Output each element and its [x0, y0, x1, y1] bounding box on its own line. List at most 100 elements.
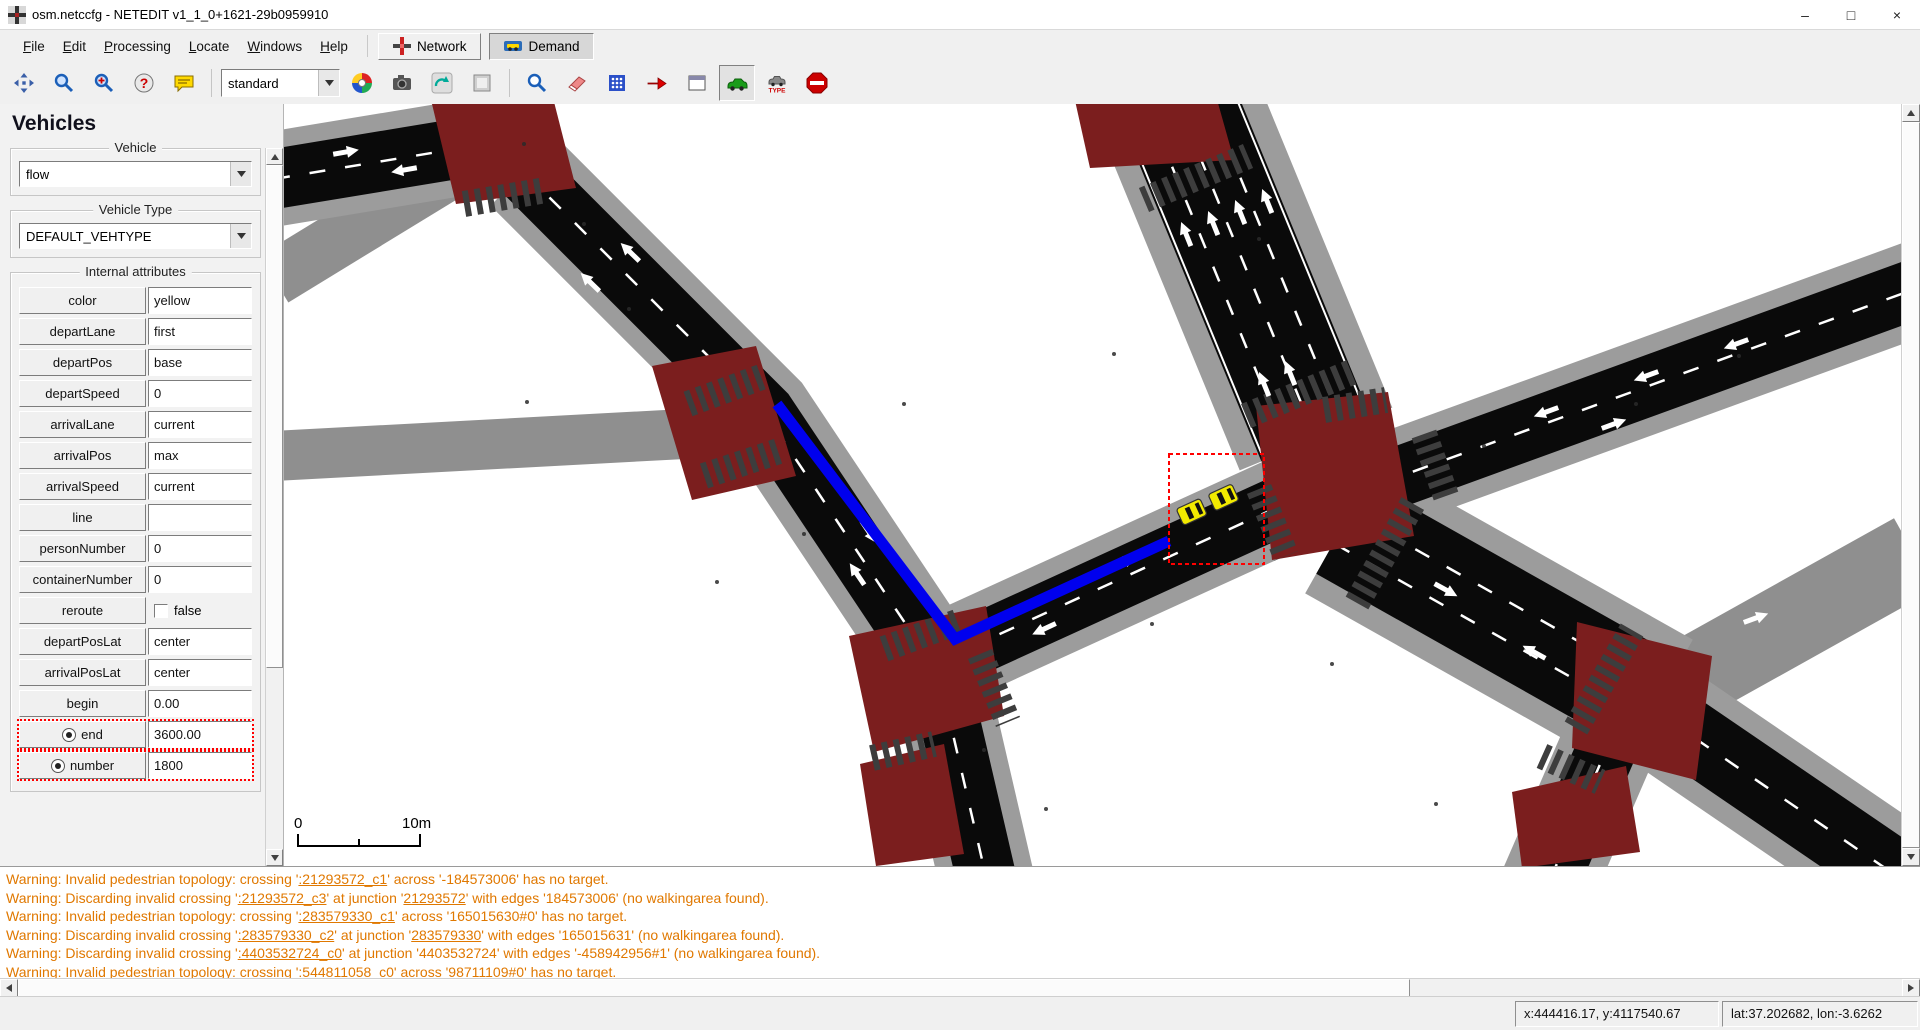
attribute-label-end[interactable]: end: [19, 721, 146, 748]
message-text: ' at junction ': [326, 890, 403, 906]
network-canvas[interactable]: 0 10m: [284, 104, 1920, 866]
magnifier-icon[interactable]: [46, 65, 82, 101]
attribute-input-line[interactable]: [148, 504, 252, 531]
chevron-down-icon[interactable]: [230, 224, 251, 248]
car-icon[interactable]: [719, 65, 755, 101]
menu-item-file[interactable]: File: [14, 34, 54, 59]
vehicle-type-icon[interactable]: TYPE: [759, 65, 795, 101]
radio-icon[interactable]: [51, 759, 65, 773]
view-preset-combobox[interactable]: standard: [221, 69, 340, 97]
chevron-down-icon[interactable]: [318, 70, 339, 96]
message-log[interactable]: Warning: Invalid pedestrian topology: cr…: [0, 866, 1920, 978]
question-icon[interactable]: ?: [126, 65, 162, 101]
attribute-row-arrivalLane: arrivalLane: [19, 411, 252, 438]
attribute-input-begin[interactable]: [148, 690, 252, 717]
minimize-button[interactable]: –: [1782, 0, 1828, 29]
attribute-input-arrivalPosLat[interactable]: [148, 659, 252, 686]
attribute-input-number[interactable]: [148, 752, 252, 779]
scroll-down-icon[interactable]: [266, 849, 283, 866]
attribute-label-reroute[interactable]: reroute: [19, 597, 146, 624]
menu-item-edit[interactable]: Edit: [54, 34, 95, 59]
canvas-vscrollbar[interactable]: [1901, 104, 1920, 866]
attribute-input-arrivalPos[interactable]: [148, 442, 252, 469]
horizontal-scrollbar[interactable]: [0, 978, 1920, 997]
demand-supermode-label: Demand: [528, 39, 579, 54]
vehicle-group-label: Vehicle: [109, 140, 163, 155]
message-link[interactable]: 21293572: [403, 890, 465, 906]
attribute-label-line[interactable]: line: [19, 504, 146, 531]
message-link[interactable]: :283579330_c1: [298, 908, 395, 924]
camera-icon[interactable]: [384, 65, 420, 101]
canvas-vscrollbar-thumb[interactable]: [1902, 122, 1920, 848]
four-arrows-icon[interactable]: [6, 65, 42, 101]
attribute-label-containerNumber[interactable]: containerNumber: [19, 566, 146, 593]
message-link[interactable]: :21293572_c1: [298, 871, 387, 887]
attribute-label-departLane[interactable]: departLane: [19, 318, 146, 345]
message-link[interactable]: :544811058_c0: [298, 964, 394, 979]
magnifier-plus-icon[interactable]: [86, 65, 122, 101]
restore-button[interactable]: □: [1828, 0, 1874, 29]
vehicle-combobox-value: flow: [20, 167, 230, 182]
attribute-input-departPosLat[interactable]: [148, 628, 252, 655]
sidebar-scrollbar[interactable]: [265, 148, 283, 866]
speech-bubble-icon[interactable]: [166, 65, 202, 101]
demand-supermode-button[interactable]: Demand: [489, 33, 594, 60]
message-link[interactable]: :283579330_c2: [238, 927, 335, 943]
scroll-up-icon[interactable]: [266, 148, 283, 165]
dotted-square-icon[interactable]: [599, 65, 635, 101]
attribute-label-number[interactable]: number: [19, 752, 146, 779]
vehicle-combobox[interactable]: flow: [19, 161, 252, 187]
attribute-input-departSpeed[interactable]: [148, 380, 252, 407]
attribute-input-arrivalSpeed[interactable]: [148, 473, 252, 500]
curved-arrow-icon[interactable]: [424, 65, 460, 101]
vehicles-frame: Vehicles Vehicle flow Vehicle Type DEFAU…: [0, 104, 284, 866]
close-button[interactable]: ×: [1874, 0, 1920, 29]
menu-item-help[interactable]: Help: [311, 34, 357, 59]
internal-attributes-group-label: Internal attributes: [79, 264, 191, 279]
scroll-right-icon[interactable]: [1902, 979, 1920, 997]
message-link[interactable]: :4403532724_c0: [238, 945, 342, 961]
panel-icon[interactable]: [679, 65, 715, 101]
network-supermode-button[interactable]: Network: [378, 33, 482, 60]
radio-icon[interactable]: [62, 728, 76, 742]
scroll-down-icon[interactable]: [1902, 848, 1920, 866]
attribute-label-arrivalSpeed[interactable]: arrivalSpeed: [19, 473, 146, 500]
inspect-magnifier-icon[interactable]: [519, 65, 555, 101]
attribute-label-arrivalLane[interactable]: arrivalLane: [19, 411, 146, 438]
stop-sign-icon[interactable]: [799, 65, 835, 101]
attribute-label-begin[interactable]: begin: [19, 690, 146, 717]
network-view[interactable]: 0 10m: [284, 104, 1902, 866]
horizontal-scrollbar-thumb[interactable]: [18, 979, 1410, 997]
message-link[interactable]: :21293572_c3: [238, 890, 327, 906]
scroll-left-icon[interactable]: [0, 979, 18, 997]
sidebar-scrollbar-thumb[interactable]: [266, 165, 283, 668]
message-link[interactable]: 283579330: [411, 927, 481, 943]
attribute-input-color[interactable]: [148, 287, 252, 314]
attribute-label-departPos[interactable]: departPos: [19, 349, 146, 376]
attribute-input-departLane[interactable]: [148, 318, 252, 345]
red-arrow-icon[interactable]: [639, 65, 675, 101]
attribute-label-personNumber[interactable]: personNumber: [19, 535, 146, 562]
vehicle-type-combobox[interactable]: DEFAULT_VEHTYPE: [19, 223, 252, 249]
attribute-input-personNumber[interactable]: [148, 535, 252, 562]
message-line: Warning: Invalid pedestrian topology: cr…: [6, 963, 1914, 979]
checkbox-icon[interactable]: [154, 604, 168, 618]
attribute-label-departSpeed[interactable]: departSpeed: [19, 380, 146, 407]
menu-item-windows[interactable]: Windows: [238, 34, 311, 59]
attribute-input-arrivalLane[interactable]: [148, 411, 252, 438]
message-line: Warning: Discarding invalid crossing ':2…: [6, 889, 1914, 908]
attribute-label-arrivalPos[interactable]: arrivalPos: [19, 442, 146, 469]
chevron-down-icon[interactable]: [230, 162, 251, 186]
attribute-input-containerNumber[interactable]: [148, 566, 252, 593]
eraser-icon[interactable]: [559, 65, 595, 101]
menu-item-locate[interactable]: Locate: [180, 34, 239, 59]
attribute-label-departPosLat[interactable]: departPosLat: [19, 628, 146, 655]
attribute-label-color[interactable]: color: [19, 287, 146, 314]
attribute-input-departPos[interactable]: [148, 349, 252, 376]
color-wheel-icon[interactable]: [344, 65, 380, 101]
attribute-label-arrivalPosLat[interactable]: arrivalPosLat: [19, 659, 146, 686]
menu-item-processing[interactable]: Processing: [95, 34, 180, 59]
square-icon[interactable]: [464, 65, 500, 101]
attribute-input-end[interactable]: [148, 721, 252, 748]
scroll-up-icon[interactable]: [1902, 104, 1920, 122]
